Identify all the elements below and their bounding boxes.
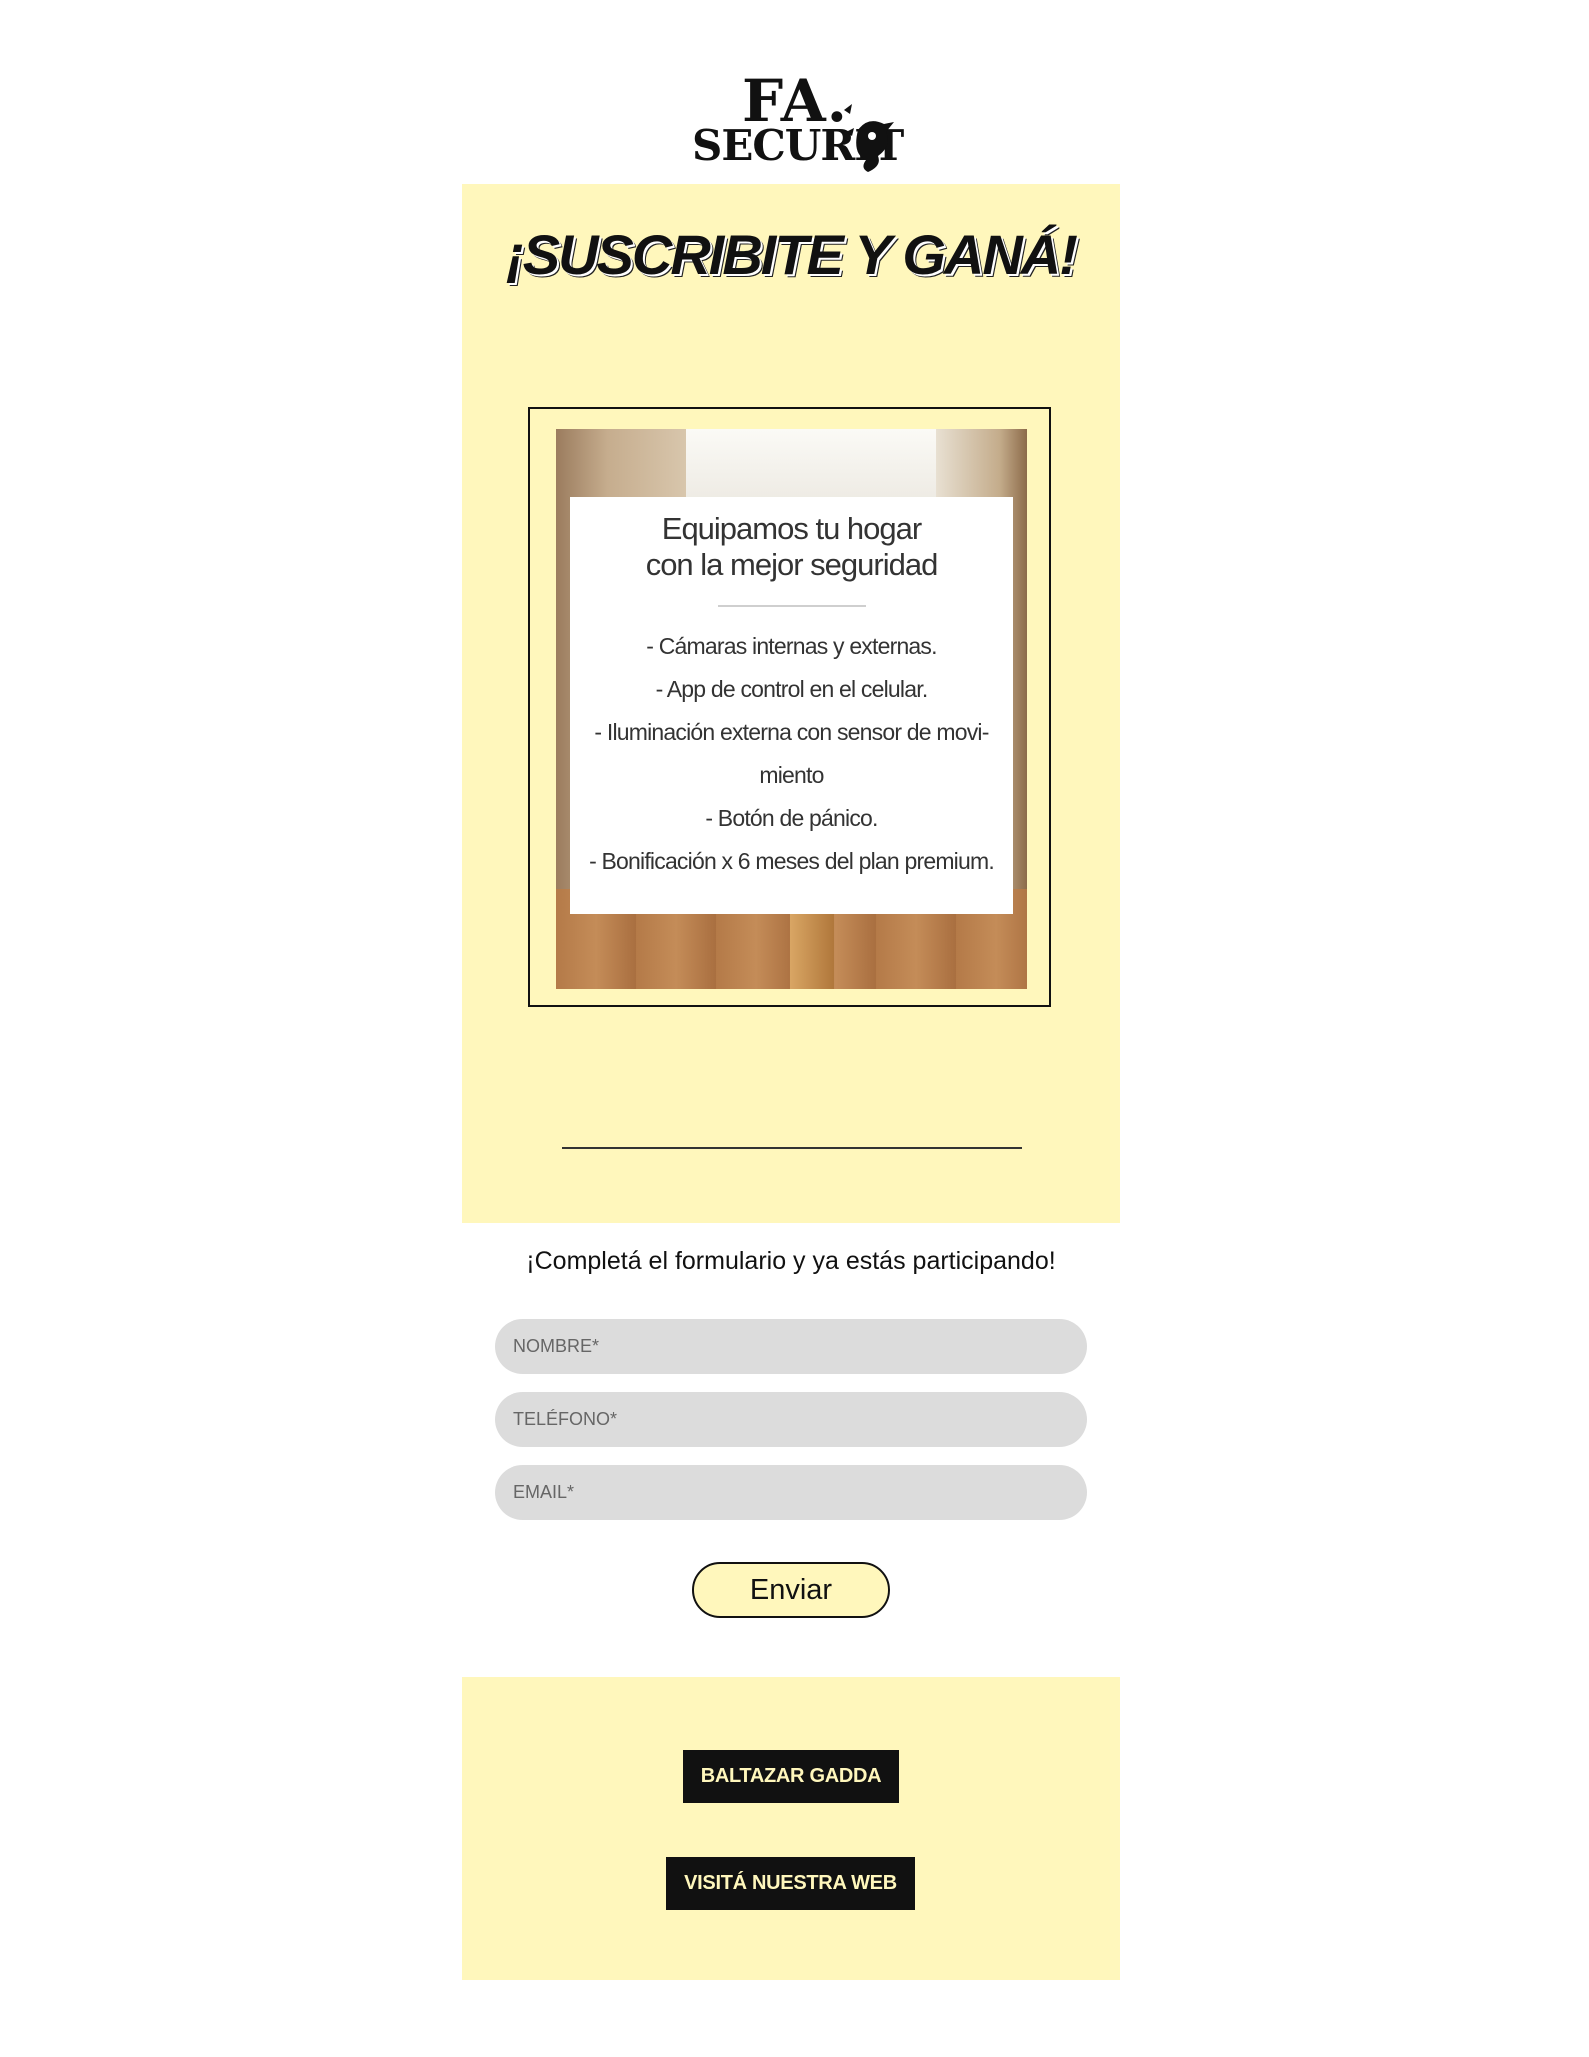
promo-feature-card: Equipamos tu hogar con la mejor segurida… [570, 497, 1013, 914]
form-intro-text: ¡Completá el formulario y ya estás parti… [526, 1247, 1056, 1275]
feature-item: - Botón de pánico. [705, 805, 878, 831]
promo-image-frame: Equipamos tu hogar con la mejor segurida… [528, 407, 1051, 1007]
feature-item: - Iluminación externa con sensor de movi… [594, 719, 989, 745]
email-field[interactable] [495, 1465, 1087, 1520]
phone-field[interactable] [495, 1392, 1087, 1447]
submit-button[interactable]: Enviar [692, 1562, 890, 1618]
card-divider [717, 605, 866, 607]
logo-mascot-icon [844, 104, 894, 172]
card-heading-line2: con la mejor seguridad [645, 547, 939, 582]
name-field[interactable] [495, 1319, 1087, 1374]
feature-list: - Cámaras internas y externas. - App de … [570, 625, 1013, 883]
promo-photo: Equipamos tu hogar con la mejor segurida… [556, 429, 1027, 989]
promo-panel: ¡SUSCRIBITE Y GANÁ! Equipamos tu hogar c… [462, 184, 1120, 1223]
footer-panel: BALTAZAR GADDA VISITÁ NUESTRA WEB [462, 1677, 1120, 1980]
website-button[interactable]: VISITÁ NUESTRA WEB [666, 1857, 915, 1910]
feature-item: - App de control en el celular. [655, 676, 929, 702]
feature-item: - Bonificación x 6 meses del plan premiu… [589, 848, 995, 874]
card-heading: Equipamos tu hogar con la mejor segurida… [570, 511, 1013, 583]
feature-item: miento [759, 762, 824, 788]
panel-divider [562, 1147, 1022, 1149]
feature-item: - Cámaras internas y externas. [646, 633, 937, 659]
promo-title: ¡SUSCRIBITE Y GANÁ! [506, 223, 1078, 286]
author-button[interactable]: BALTAZAR GADDA [683, 1750, 899, 1803]
brand-logo: FA. SECURIT [688, 72, 904, 180]
card-heading-line1: Equipamos tu hogar [661, 511, 922, 546]
